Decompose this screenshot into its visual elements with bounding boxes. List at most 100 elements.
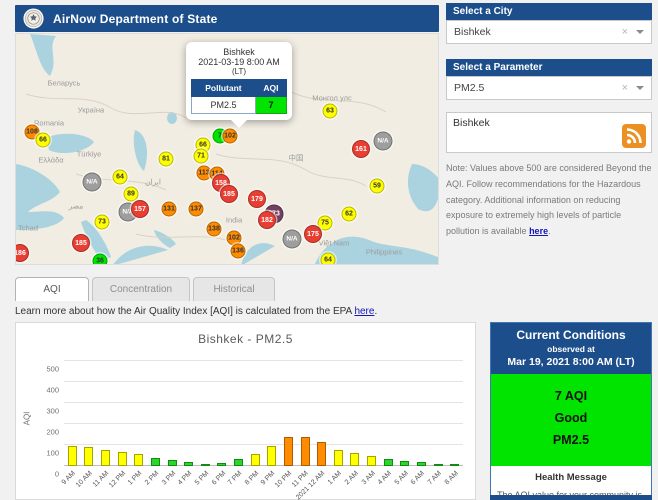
chart-bar-slot: 5 AM xyxy=(394,361,414,486)
aqi-marker[interactable]: 157 xyxy=(131,200,149,218)
chart-bar-slot: 12 PM xyxy=(108,361,131,489)
tab-aqi[interactable]: AQI xyxy=(15,277,89,301)
x-axis-tick: 2 AM xyxy=(343,470,360,487)
aqi-marker[interactable]: 137 xyxy=(188,201,204,217)
select-parameter-header: Select a Parameter xyxy=(446,59,652,76)
app-header: AirNow Department of State xyxy=(15,5,439,32)
chart-bar-slot: 6 PM xyxy=(210,361,231,487)
aqi-map[interactable]: Беларусь Україна Romania Türkiye Ελλάδα ايران… xyxy=(15,33,439,265)
map-country-label: Ελλάδα xyxy=(38,155,64,165)
chart-bar xyxy=(267,446,277,466)
aqi-marker[interactable]: 185 xyxy=(72,234,90,252)
note-here-link[interactable]: here xyxy=(529,226,548,236)
x-axis-tick: 3 PM xyxy=(160,470,178,487)
department-of-state-seal-icon xyxy=(23,8,44,29)
observed-at-label: observed at xyxy=(547,344,595,354)
aqi-marker[interactable]: 182 xyxy=(258,211,276,229)
chart-bar xyxy=(184,462,194,466)
map-country-label: India xyxy=(225,215,243,225)
chart-bar xyxy=(101,449,111,466)
y-axis-tick: 500 xyxy=(46,364,59,374)
aqi-marker[interactable]: 161 xyxy=(352,140,370,158)
chart-bar xyxy=(84,447,94,466)
parameter-select[interactable]: PM2.5 × xyxy=(446,76,652,100)
chart-bar-slot: 3 PM xyxy=(161,361,181,487)
aqi-marker[interactable]: 59 xyxy=(369,178,385,194)
aqi-marker[interactable]: 63 xyxy=(322,103,338,119)
tab-concentration[interactable]: Concentration xyxy=(92,277,190,301)
x-axis-tick: 8 PM xyxy=(243,470,261,487)
aqi-marker[interactable]: 66 xyxy=(35,132,51,148)
rss-icon[interactable] xyxy=(622,124,646,148)
beyond-aqi-note: Note: Values above 500 are considered Be… xyxy=(446,161,654,240)
learn-more-prefix: Learn more about how the Air Quality Ind… xyxy=(15,306,355,317)
clear-icon[interactable]: × xyxy=(622,82,628,94)
app-title: AirNow Department of State xyxy=(53,11,218,26)
aqi-marker[interactable]: 89 xyxy=(123,186,139,202)
chart-bar-slot: 1 AM xyxy=(327,361,347,486)
y-axis-tick: 300 xyxy=(46,406,59,416)
aqi-marker[interactable]: N/A xyxy=(282,229,302,249)
aqi-marker[interactable]: 102 xyxy=(222,128,238,144)
chart-bar xyxy=(400,460,410,466)
map-country-label: Україна xyxy=(77,105,105,115)
chart-bar-slot: 1 PM xyxy=(127,361,148,487)
learn-more-text: Learn more about how the Air Quality Ind… xyxy=(15,306,377,317)
chart-bar xyxy=(200,464,210,466)
aqi-marker[interactable]: 131 xyxy=(161,201,177,217)
tab-historical[interactable]: Historical xyxy=(193,277,275,301)
aqi-marker[interactable]: 73 xyxy=(94,214,110,230)
x-axis-tick: 6 AM xyxy=(410,470,427,487)
map-country-label: Romania xyxy=(33,118,65,128)
aqi-marker[interactable]: N/A xyxy=(82,172,102,192)
x-axis-tick: 4 AM xyxy=(376,470,394,487)
chart-bar-slot: 2 AM xyxy=(344,361,364,486)
chart-bar-slot: 9 AM xyxy=(61,361,81,486)
chart-bar xyxy=(134,454,144,466)
chart-bar xyxy=(150,457,160,466)
city-select[interactable]: Bishkek × xyxy=(446,20,652,44)
popup-city: Bishkek xyxy=(223,47,255,57)
map-country-label: Türkiye xyxy=(76,149,102,159)
popup-pollutant-header: Pollutant xyxy=(191,79,256,97)
chart-bar xyxy=(300,437,310,466)
aqi-marker[interactable]: 136 xyxy=(230,243,246,259)
chart-bar-slot: 7 AM xyxy=(427,361,447,486)
chart-bar-slot: 9 PM xyxy=(260,361,281,487)
aqi-marker[interactable]: 138 xyxy=(206,221,222,237)
aqi-status-block: 7 AQI Good PM2.5 xyxy=(491,374,651,466)
aqi-marker[interactable]: N/A xyxy=(373,131,393,151)
aqi-marker[interactable]: 81 xyxy=(158,151,174,167)
aqi-marker[interactable]: 62 xyxy=(341,206,357,222)
aqi-marker[interactable]: 185 xyxy=(220,185,238,203)
current-conditions-panel: Current Conditions observed at Mar 19, 2… xyxy=(490,322,652,500)
parameter-select-value: PM2.5 xyxy=(454,82,485,94)
aqi-marker[interactable]: 64 xyxy=(112,169,128,185)
map-country-label: Tchad xyxy=(17,223,39,233)
chart-bar xyxy=(333,449,343,466)
chart-bar-slot: 11 AM xyxy=(92,361,114,489)
aqi-marker[interactable]: 64 xyxy=(320,252,336,264)
x-axis-tick: 12 PM xyxy=(107,470,128,490)
aqi-marker[interactable]: 71 xyxy=(193,148,209,164)
current-conditions-header: Current Conditions observed at Mar 19, 2… xyxy=(491,323,651,374)
rss-city-label: Bishkek xyxy=(453,117,490,129)
y-axis-tick: 100 xyxy=(46,448,59,458)
y-axis-tick: 400 xyxy=(46,385,59,395)
chevron-down-icon[interactable] xyxy=(636,86,644,94)
clear-icon[interactable]: × xyxy=(622,26,628,38)
chart-bar-slot: 4 AM xyxy=(377,361,397,486)
aqi-marker[interactable]: 179 xyxy=(248,190,266,208)
popup-datetime: 2021-03-19 8:00 AM xyxy=(198,57,280,67)
chart-bar xyxy=(67,446,77,466)
chevron-down-icon[interactable] xyxy=(636,30,644,38)
aqi-marker[interactable]: 175 xyxy=(304,225,322,243)
popup-aqi-header: AQI xyxy=(254,79,288,97)
chart-bar-slot: 4 PM xyxy=(177,361,197,487)
aqi-marker[interactable]: 36 xyxy=(92,253,108,264)
epa-here-link[interactable]: here xyxy=(354,306,374,317)
chart-bar-slot: 2021 12 AM xyxy=(295,361,330,500)
chart-bar xyxy=(450,464,460,466)
chart-y-axis-label: AQI xyxy=(22,411,32,425)
x-axis-tick: 5 AM xyxy=(393,470,410,487)
